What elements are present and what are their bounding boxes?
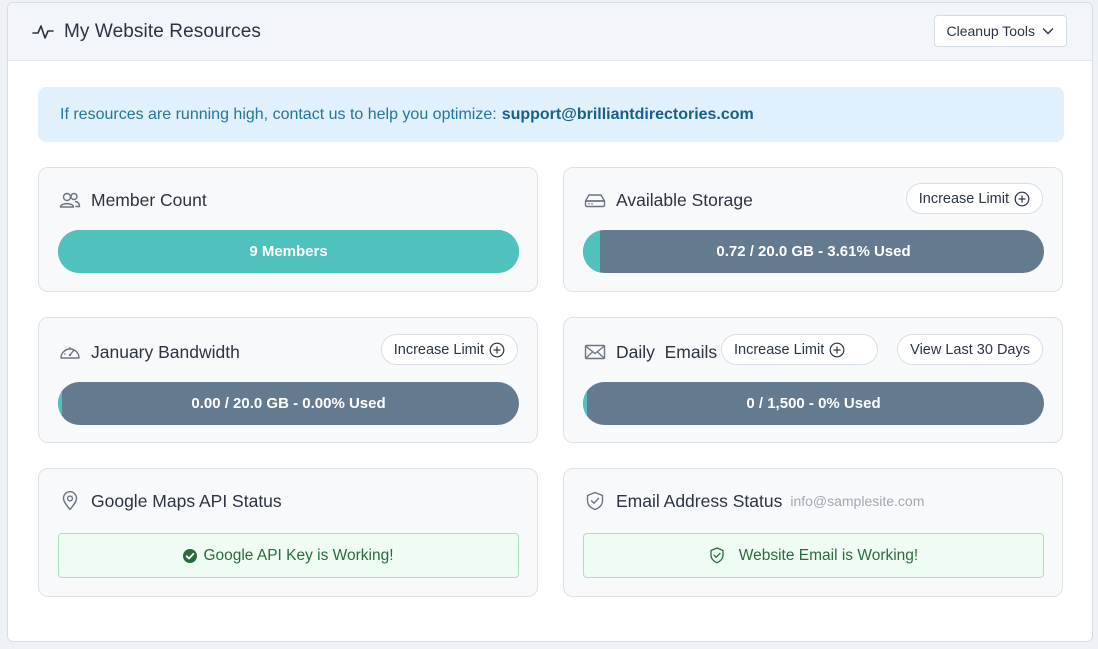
support-email-link[interactable]: support@brilliantdirectories.com — [502, 106, 754, 124]
email-address-value: info@samplesite.com — [790, 493, 925, 509]
users-icon — [59, 191, 81, 209]
email-status-box: Website Email is Working! — [583, 533, 1044, 578]
maps-status-card: Google Maps API Status Google API Key is… — [38, 468, 538, 597]
bandwidth-bar: 0.00 / 20.0 GB - 0.00% Used — [58, 382, 519, 425]
email-status-text: Website Email is Working! — [738, 546, 919, 564]
cleanup-tools-label: Cleanup Tools — [946, 23, 1035, 39]
bandwidth-increase-limit-button[interactable]: Increase Limit — [380, 334, 518, 365]
plus-circle-icon — [1014, 191, 1030, 207]
daily-emails-title: Daily Emails — [616, 341, 718, 362]
storage-label: 0.72 / 20.0 GB - 3.61% Used — [716, 243, 911, 260]
email-address-status-title: Email Address Status — [616, 490, 783, 511]
hard-drive-icon — [584, 192, 606, 208]
chevron-down-icon — [1035, 27, 1054, 35]
member-count-card: Member Count 9 Members — [38, 167, 538, 292]
storage-increase-label: Increase Limit — [918, 190, 1009, 207]
activity-icon — [32, 23, 54, 41]
emails-increase-limit-button[interactable]: Increase Limit — [721, 334, 878, 365]
storage-card: Available Storage Increase Limit 0.72 / … — [563, 167, 1063, 292]
member-count-label: 9 Members — [249, 243, 328, 260]
member-count-bar: 9 Members — [58, 230, 519, 273]
emails-increase-label: Increase Limit — [734, 341, 825, 358]
panel-header: My Website Resources Cleanup Tools — [8, 3, 1092, 61]
page-title: My Website Resources — [64, 20, 261, 42]
daily-emails-card: Daily Emails Increase Limit View Last 30… — [563, 317, 1063, 443]
plus-circle-icon — [829, 342, 845, 358]
info-alert: If resources are running high, contact u… — [38, 87, 1064, 142]
mail-icon — [584, 344, 606, 360]
gauge-icon — [59, 343, 81, 361]
shield-check-icon — [584, 491, 606, 511]
storage-title: Available Storage — [616, 189, 753, 210]
emails-bar: 0 / 1,500 - 0% Used — [583, 382, 1044, 425]
alert-text: If resources are running high, contact u… — [60, 105, 497, 123]
maps-status-box: Google API Key is Working! — [58, 533, 519, 578]
view-last-30-days-button[interactable]: View Last 30 Days — [897, 334, 1043, 365]
member-count-title: Member Count — [91, 189, 207, 210]
emails-label: 0 / 1,500 - 0% Used — [746, 395, 881, 412]
email-address-status-card: Email Address Status info@samplesite.com… — [563, 468, 1063, 597]
cleanup-tools-button[interactable]: Cleanup Tools — [933, 15, 1067, 47]
shield-check-icon — [709, 547, 731, 564]
maps-status-title: Google Maps API Status — [91, 490, 282, 511]
check-circle-icon — [183, 548, 203, 563]
view-last-30-days-label: View Last 30 Days — [910, 341, 1030, 358]
bandwidth-increase-label: Increase Limit — [393, 341, 484, 358]
storage-increase-limit-button[interactable]: Increase Limit — [905, 183, 1043, 214]
map-pin-icon — [59, 491, 81, 511]
emails-fill — [583, 382, 587, 425]
storage-fill — [583, 230, 600, 273]
plus-circle-icon — [489, 342, 505, 358]
bandwidth-card: January Bandwidth Increase Limit 0.00 / … — [38, 317, 538, 443]
resources-panel: My Website Resources Cleanup Tools If re… — [7, 2, 1093, 642]
bandwidth-label: 0.00 / 20.0 GB - 0.00% Used — [191, 395, 386, 412]
maps-status-text: Google API Key is Working! — [203, 546, 394, 564]
storage-bar: 0.72 / 20.0 GB - 3.61% Used — [583, 230, 1044, 273]
bandwidth-title: January Bandwidth — [91, 341, 240, 362]
bandwidth-fill — [58, 382, 62, 425]
